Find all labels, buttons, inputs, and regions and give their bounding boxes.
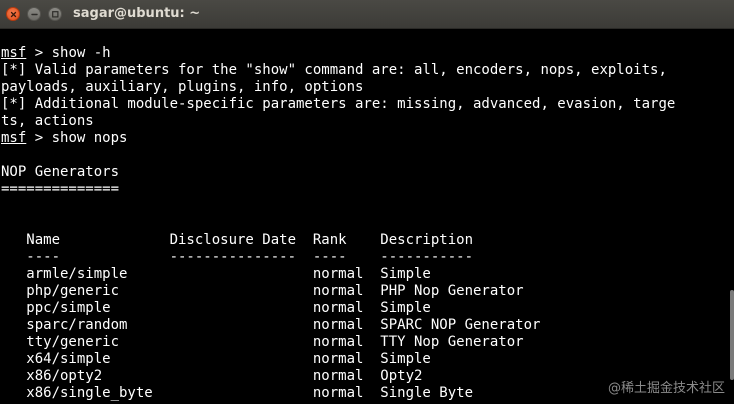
minimize-icon	[31, 13, 38, 16]
terminal-window: sagar@ubuntu: ~ msf > show -h [*] Valid …	[0, 0, 734, 404]
maximize-button[interactable]	[48, 7, 62, 21]
minimize-button[interactable]	[27, 7, 41, 21]
output-line: [*] Additional module-specific parameter…	[1, 96, 676, 112]
output-line: [*] Valid parameters for the "show" comm…	[1, 62, 667, 78]
close-button[interactable]	[6, 7, 20, 21]
msf-prompt: msf	[1, 130, 27, 146]
table-row: x64/simple normal Simple	[1, 351, 431, 367]
table-separator-row: ---- --------------- ---- -----------	[1, 249, 474, 265]
output-line: payloads, auxiliary, plugins, info, opti…	[1, 79, 364, 95]
window-title: sagar@ubuntu: ~	[73, 6, 201, 21]
command-text: > show -h	[26, 45, 111, 61]
watermark: @稀土掘金技术社区	[607, 381, 725, 396]
scrollbar[interactable]	[730, 290, 734, 380]
table-row: armle/simple normal Simple	[1, 266, 431, 282]
command-text: > show nops	[26, 130, 128, 146]
terminal-output[interactable]: msf > show -h [*] Valid parameters for t…	[0, 29, 734, 404]
maximize-icon	[52, 11, 59, 18]
table-row: php/generic normal PHP Nop Generator	[1, 283, 524, 299]
table-row: tty/generic normal TTY Nop Generator	[1, 334, 524, 350]
command-line: msf > show -h	[1, 45, 734, 62]
output-line: ts, actions	[1, 113, 94, 129]
section-underline: ==============	[1, 181, 120, 197]
table-row: sparc/random normal SPARC NOP Generator	[1, 317, 541, 333]
titlebar[interactable]: sagar@ubuntu: ~	[0, 0, 734, 29]
section-heading: NOP Generators	[1, 164, 120, 180]
table-row: ppc/simple normal Simple	[1, 300, 431, 316]
msf-prompt: msf	[1, 45, 27, 61]
command-line: msf > show nops	[1, 130, 734, 147]
table-header-row: Name Disclosure Date Rank Description	[1, 232, 474, 248]
close-icon	[10, 11, 17, 18]
